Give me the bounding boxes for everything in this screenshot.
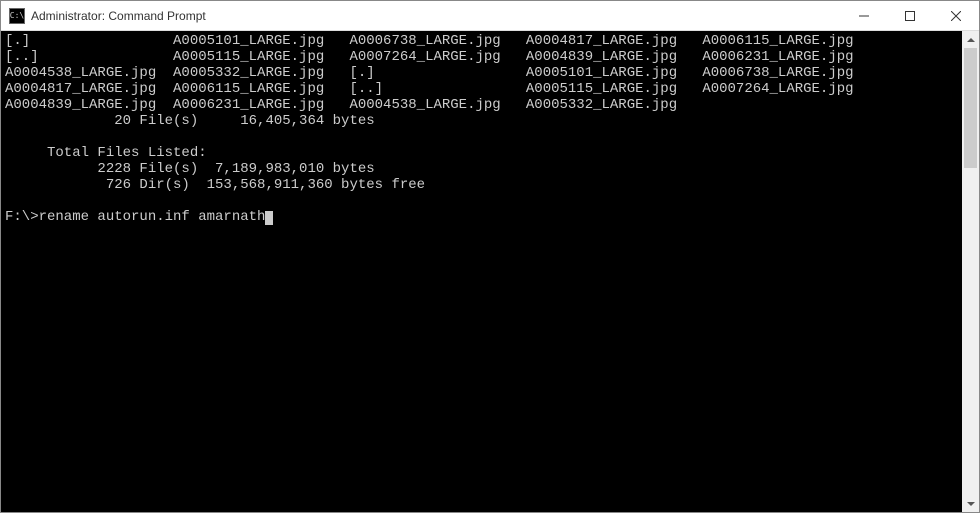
scrollbar-down-button[interactable] <box>962 495 979 512</box>
terminal-line: [..] A0005115_LARGE.jpg A0007264_LARGE.j… <box>5 49 854 65</box>
terminal-line: Total Files Listed: <box>5 145 207 161</box>
minimize-button[interactable] <box>841 1 887 30</box>
window-controls <box>841 1 979 30</box>
scrollbar-track[interactable] <box>962 48 979 495</box>
terminal-line: 20 File(s) 16,405,364 bytes <box>5 113 375 129</box>
terminal-line: [.] A0005101_LARGE.jpg A0006738_LARGE.jp… <box>5 33 854 49</box>
terminal-line: 726 Dir(s) 153,568,911,360 bytes free <box>5 177 425 193</box>
terminal-area: [.] A0005101_LARGE.jpg A0006738_LARGE.jp… <box>1 31 979 512</box>
terminal-line: F:\>rename autorun.inf amarnath <box>5 209 265 225</box>
maximize-button[interactable] <box>887 1 933 30</box>
app-icon: C:\ <box>9 8 25 24</box>
terminal-line: 2228 File(s) 7,189,983,010 bytes <box>5 161 375 177</box>
cursor <box>265 211 273 225</box>
close-button[interactable] <box>933 1 979 30</box>
scrollbar-thumb[interactable] <box>964 48 977 168</box>
titlebar[interactable]: C:\ Administrator: Command Prompt <box>1 1 979 31</box>
window-title: Administrator: Command Prompt <box>31 9 841 23</box>
command-prompt-window: C:\ Administrator: Command Prompt [.] A0… <box>0 0 980 513</box>
terminal-line: A0004538_LARGE.jpg A0005332_LARGE.jpg [.… <box>5 65 854 81</box>
scrollbar-up-button[interactable] <box>962 31 979 48</box>
terminal-line: A0004839_LARGE.jpg A0006231_LARGE.jpg A0… <box>5 97 677 113</box>
vertical-scrollbar[interactable] <box>962 31 979 512</box>
terminal-line: A0004817_LARGE.jpg A0006115_LARGE.jpg [.… <box>5 81 854 97</box>
terminal-output[interactable]: [.] A0005101_LARGE.jpg A0006738_LARGE.jp… <box>1 31 962 512</box>
app-icon-text: C:\ <box>10 12 24 20</box>
